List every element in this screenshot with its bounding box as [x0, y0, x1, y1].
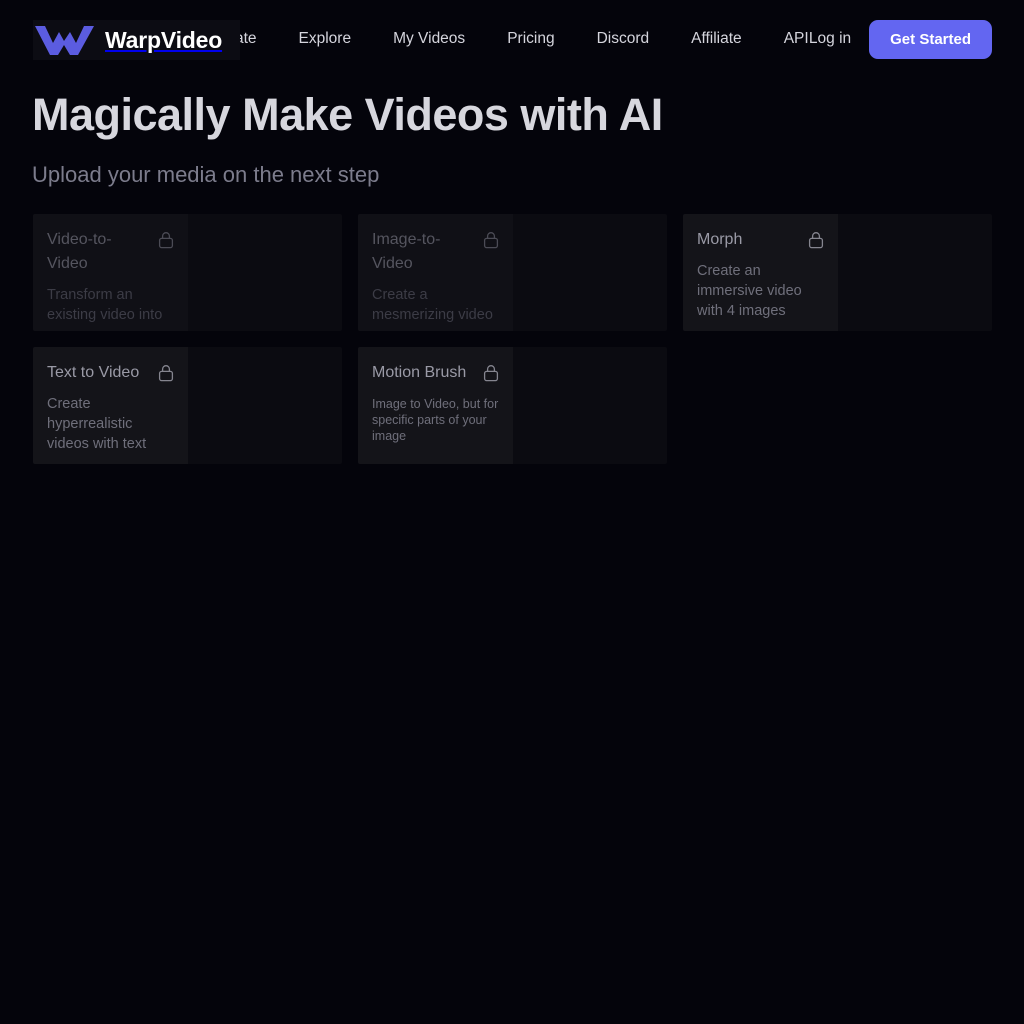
generation-mode-grid: Video-to-Video Transform an existing vid… [33, 214, 992, 464]
nav-item-discord[interactable]: Discord [576, 0, 671, 78]
mode-card-body: Text to Video Create hyperrealistic vide… [33, 347, 188, 464]
nav-item-affiliate[interactable]: Affiliate [670, 0, 763, 78]
brand-name: WarpVideo [105, 26, 223, 53]
mode-card-description: Create hyperrealistic videos with text [47, 396, 147, 452]
mode-card-header: Morph [697, 228, 824, 252]
mode-card-title: Video-to-Video [47, 231, 112, 272]
lock-icon [483, 364, 499, 382]
mode-card-header: Motion Brush [372, 361, 499, 385]
mode-card-body: Motion Brush Image to Video, but for spe… [358, 347, 513, 464]
mode-card-header: Video-to-Video [47, 228, 174, 276]
page-title: Magically Make Videos with AI [32, 89, 663, 140]
brand-logo-link[interactable]: WarpVideo [33, 20, 240, 60]
lock-icon [158, 364, 174, 382]
log-in-link[interactable]: Log in [791, 30, 869, 48]
mode-card-morph[interactable]: Morph Create an immersive video with 4 i… [683, 214, 992, 331]
warp-w-logo-icon [33, 23, 95, 57]
mode-card-title: Text to Video [47, 364, 140, 381]
mode-card-video-to-video[interactable]: Video-to-Video Transform an existing vid… [33, 214, 342, 331]
page-subtitle: Upload your media on the next step [32, 162, 380, 188]
lock-icon [483, 231, 499, 249]
mode-card-image-to-video[interactable]: Image-to-Video Create a mesmerizing vide… [358, 214, 667, 331]
nav-item-my-videos[interactable]: My Videos [372, 0, 486, 78]
mode-card-title: Morph [697, 231, 743, 248]
mode-card-description: Create an immersive video with 4 images [697, 263, 802, 319]
mode-card-title: Image-to-Video [372, 231, 441, 272]
primary-nav-links: Create Explore My Videos Pricing Discord… [189, 0, 830, 78]
mode-card-body: Image-to-Video Create a mesmerizing vide… [358, 214, 513, 331]
mode-card-header: Text to Video [47, 361, 174, 385]
nav-account-actions: Log in Get Started [791, 0, 992, 78]
mode-card-body: Video-to-Video Transform an existing vid… [33, 214, 188, 331]
lock-icon [158, 231, 174, 249]
mode-card-text-to-video[interactable]: Text to Video Create hyperrealistic vide… [33, 347, 342, 464]
mode-card-body: Morph Create an immersive video with 4 i… [683, 214, 838, 331]
nav-item-explore[interactable]: Explore [278, 0, 373, 78]
mode-card-motion-brush[interactable]: Motion Brush Image to Video, but for spe… [358, 347, 667, 464]
get-started-button[interactable]: Get Started [869, 19, 992, 59]
lock-icon [808, 231, 824, 249]
mode-card-title: Motion Brush [372, 364, 467, 381]
mode-card-description: Image to Video, but for specific parts o… [372, 397, 499, 443]
nav-item-pricing[interactable]: Pricing [486, 0, 575, 78]
mode-card-description: Create a mesmerizing video [372, 287, 493, 323]
mode-card-description: Transform an existing video into [47, 287, 163, 323]
top-navigation-bar: WarpVideo Create Explore My Videos Prici… [0, 0, 1024, 78]
mode-card-header: Image-to-Video [372, 228, 499, 276]
hero-section: Magically Make Videos with AI Upload you… [32, 88, 992, 188]
